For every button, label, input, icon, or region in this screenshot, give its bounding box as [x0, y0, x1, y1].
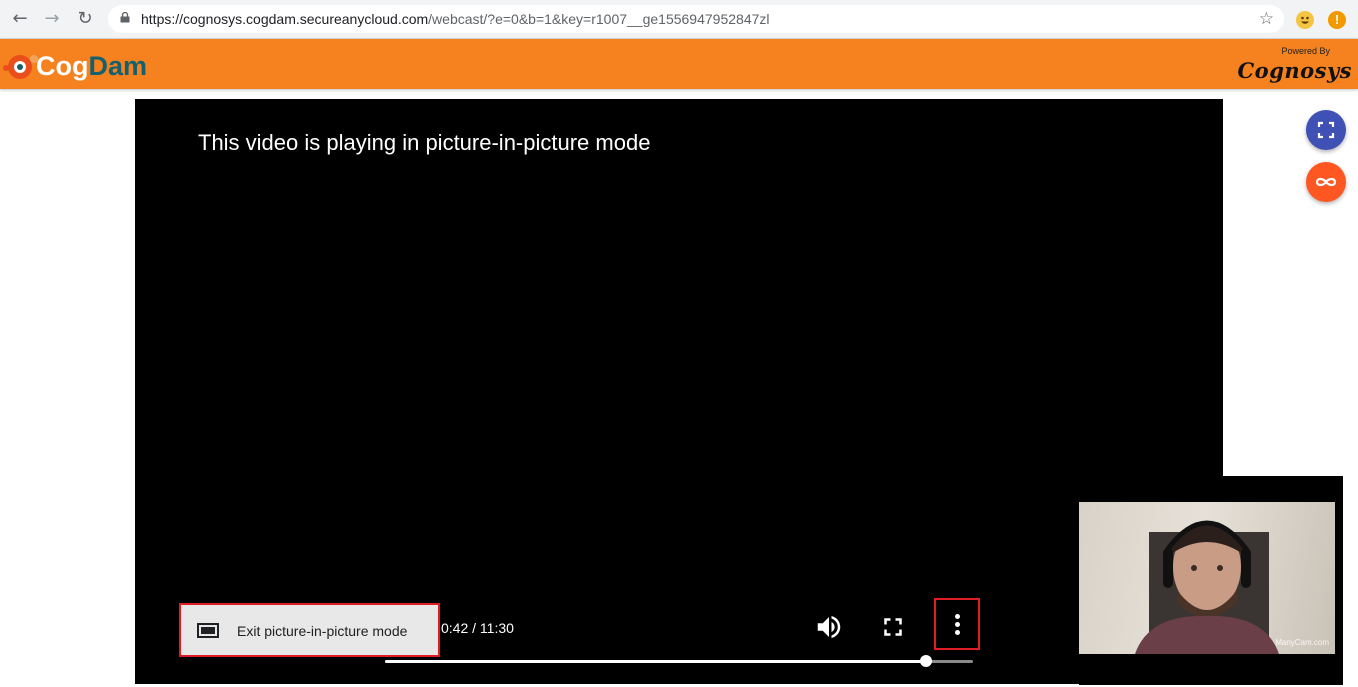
progress-played — [385, 660, 926, 663]
cogdam-logo[interactable]: CogDam — [0, 43, 175, 85]
exit-pip-icon — [197, 623, 219, 638]
logo-part-dam: Dam — [88, 51, 148, 81]
volume-icon[interactable] — [814, 612, 844, 642]
watermark-label: ManyCam.com — [1275, 638, 1329, 647]
url-path: /webcast/?e=0&b=1&key=r1007__ge155694795… — [428, 11, 770, 27]
time-display: 0:42 / 11:30 — [441, 620, 514, 636]
app-header: CogDam Powered By Cognosys — [0, 39, 1358, 89]
lock-icon — [120, 12, 130, 23]
powered-by-label: Powered By — [1281, 46, 1330, 56]
progress-track[interactable] — [385, 655, 973, 667]
infinity-icon — [1315, 177, 1337, 187]
exit-pip-label: Exit picture-in-picture mode — [237, 623, 408, 639]
logo-text: CogDam — [36, 51, 147, 82]
star-icon[interactable]: ☆ — [1259, 9, 1274, 29]
progress-thumb[interactable] — [919, 655, 932, 667]
fullscreen-fab-button[interactable] — [1306, 110, 1346, 150]
address-bar[interactable]: https://cognosys.cogdam.secureanycloud.c… — [108, 5, 1284, 33]
reload-icon[interactable]: ↻ — [75, 9, 95, 29]
pip-message: This video is playing in picture-in-pict… — [198, 130, 651, 155]
loop-fab-button[interactable] — [1306, 162, 1346, 202]
pip-webcam-video[interactable]: ManyCam.com — [1079, 502, 1335, 654]
exit-pip-button[interactable]: Exit picture-in-picture mode — [179, 603, 440, 657]
more-options-button[interactable] — [934, 598, 980, 650]
url-text: https://cognosys.cogdam.secureanycloud.c… — [141, 11, 770, 27]
url-host: https://cognosys.cogdam.secureanycloud.c… — [141, 11, 429, 27]
presenter-image — [1135, 520, 1279, 654]
expand-icon — [1317, 121, 1335, 139]
emoji-extension-icon[interactable] — [1296, 11, 1314, 29]
video-player[interactable]: This video is playing in picture-in-pict… — [135, 99, 1223, 684]
logo-part-cog: Cog — [36, 51, 89, 81]
back-arrow-icon[interactable]: ← — [10, 9, 30, 29]
fullscreen-icon[interactable] — [878, 612, 908, 642]
forward-arrow-icon[interactable]: → — [42, 9, 62, 29]
warning-icon[interactable]: ! — [1328, 11, 1346, 29]
cognosys-brand: Cognosys — [1237, 58, 1352, 83]
browser-toolbar: ← → ↻ https://cognosys.cogdam.secureanyc… — [0, 0, 1358, 39]
